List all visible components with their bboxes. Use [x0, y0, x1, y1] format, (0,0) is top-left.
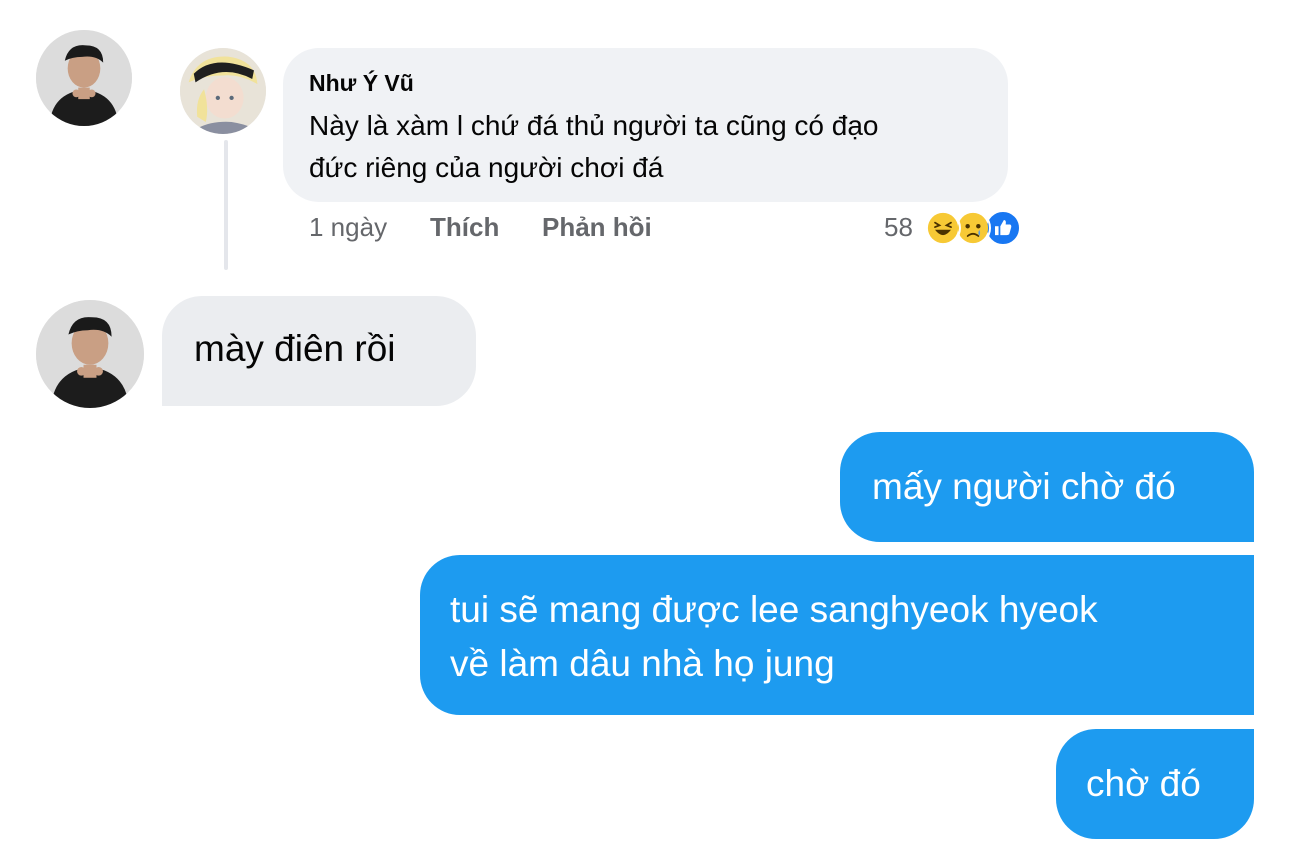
- reply-thread-line: [224, 140, 228, 270]
- comment-like-button[interactable]: Thích: [430, 212, 499, 243]
- facebook-comment-bubble: Như Ý Vũ Này là xàm l chứ đá thủ người t…: [283, 48, 1008, 202]
- message-text: mày điên rồi: [194, 328, 396, 369]
- chat-screen: Như Ý Vũ Này là xàm l chứ đá thủ người t…: [0, 0, 1290, 846]
- reaction-count: 58: [884, 212, 913, 242]
- comment-reply-button[interactable]: Phản hồi: [542, 212, 652, 243]
- message-text: mấy người chờ đó: [872, 466, 1176, 507]
- message-text-line-2: về làm dâu nhà họ jung: [450, 643, 835, 684]
- comment-text-line-2: đức riêng của người chơi đá: [309, 152, 664, 183]
- comment-time: 1 ngày: [309, 212, 388, 242]
- message-text-line-1: tui sẽ mang được lee sanghyeok hyeok: [450, 589, 1098, 630]
- commenter-avatar[interactable]: [180, 48, 266, 134]
- haha-icon: [925, 210, 961, 246]
- reaction-summary[interactable]: [925, 210, 1035, 246]
- comment-text-line-1: Này là xàm l chứ đá thủ người ta cũng có…: [309, 110, 879, 141]
- comment-author[interactable]: Như Ý Vũ: [309, 70, 982, 97]
- outgoing-message[interactable]: mấy người chờ đó: [840, 432, 1254, 542]
- incoming-message[interactable]: mày điên rồi: [162, 296, 476, 406]
- person-avatar-icon: [36, 30, 132, 126]
- outgoing-message[interactable]: chờ đó: [1056, 729, 1254, 839]
- person-avatar-icon: [36, 300, 144, 408]
- anime-avatar-icon: [180, 48, 266, 134]
- outgoing-message[interactable]: tui sẽ mang được lee sanghyeok hyeok về …: [420, 555, 1254, 715]
- message-text: chờ đó: [1086, 763, 1201, 804]
- sender-avatar[interactable]: [36, 300, 144, 408]
- sender-avatar[interactable]: [36, 30, 132, 126]
